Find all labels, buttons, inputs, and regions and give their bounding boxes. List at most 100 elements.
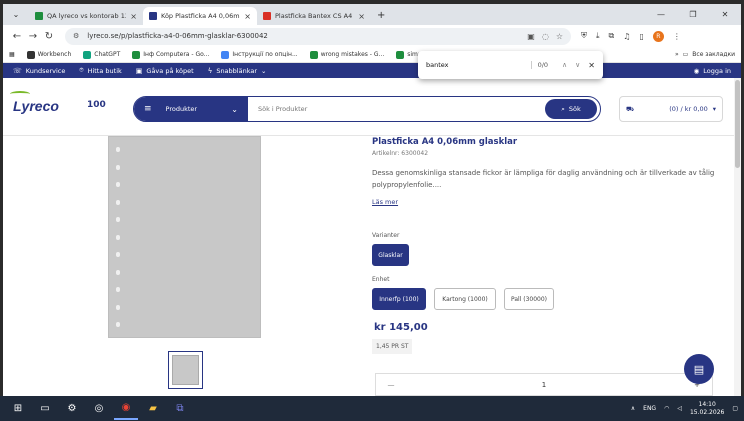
unit-option[interactable]: Pall (30000) <box>504 288 554 310</box>
unit-option[interactable]: Kartong (1000) <box>434 288 496 310</box>
article-number: Artikelnr: 6300042 <box>372 150 429 157</box>
notification-icon[interactable]: ▢ <box>732 405 738 412</box>
find-previous-icon[interactable]: ∧ <box>562 61 567 69</box>
quantity-input[interactable]: 1 <box>406 381 682 389</box>
browser-window: ⌄ QA lyreco vs kontorab 1388.xlsx × Köp … <box>3 4 741 396</box>
close-tab-icon[interactable]: × <box>244 12 251 21</box>
unit-label: Enhet <box>372 276 390 283</box>
download-icon[interactable]: ⤓ <box>596 31 600 41</box>
volume-icon[interactable]: ◁ <box>677 405 682 412</box>
bookmark-item[interactable]: ChatGPT <box>83 50 120 59</box>
product-thumbnail[interactable] <box>168 351 203 389</box>
sheets-icon <box>132 50 141 59</box>
lyreco-favicon <box>149 12 157 20</box>
tab-title: QA lyreco vs kontorab 1388.xlsx <box>47 12 126 20</box>
chat-button[interactable]: ▤ <box>684 354 714 384</box>
bookmark-item[interactable]: wrong mistakes - G... <box>309 50 384 59</box>
logo-text: Lyreco <box>13 98 59 114</box>
address-bar[interactable]: ⚙ lyreco.se/p/plastficka-a4-0-06mm-glask… <box>65 27 571 45</box>
find-close-icon[interactable]: ✕ <box>588 61 595 70</box>
profile-avatar[interactable]: R <box>652 30 664 42</box>
headset-icon: ☏ <box>13 66 22 75</box>
reload-icon[interactable]: ↻ <box>41 31 57 42</box>
product-description: Dessa genomskinliga stansade fickor är l… <box>372 169 715 189</box>
chevron-down-icon: ⌄ <box>261 66 267 75</box>
all-bookmarks[interactable]: » ▭ Все закладки <box>675 51 735 58</box>
bookmark-star-icon[interactable]: ☆ <box>556 32 563 41</box>
discord-icon[interactable]: ◎ <box>87 398 111 420</box>
customer-service-link[interactable]: ☏ Kundservice <box>13 67 65 75</box>
close-tab-icon[interactable]: × <box>358 12 365 21</box>
login-link[interactable]: ◉ Logga in <box>694 67 731 75</box>
system-tray: ∧ ENG ◠ ◁ 14:10 15.02.2026 ▢ <box>631 401 738 417</box>
tab-lyreco[interactable]: Köp Plastficka A4 0,06mm glasklar × <box>143 7 257 25</box>
find-count: 0/0 <box>537 61 549 69</box>
thumbnail-image <box>172 355 199 385</box>
new-tab-button[interactable]: + <box>377 10 385 21</box>
products-label: Produkter <box>165 105 198 113</box>
apps-icon[interactable]: ▦ <box>9 51 15 58</box>
close-window-icon[interactable]: ✕ <box>709 10 741 19</box>
back-icon[interactable]: ← <box>9 31 25 42</box>
restore-icon[interactable]: ❐ <box>677 10 709 19</box>
extension-icons: ⛨ ⤓ ⧉ ♫ ▯ R ⋮ <box>581 30 681 42</box>
lyreco-logo[interactable]: Lyreco <box>10 91 59 114</box>
windows-taskbar: ⊞ ▭ ⚙ ◎ ◉ ▰ ⧉ ∧ ENG ◠ ◁ 14:10 15.02.2026… <box>0 396 744 421</box>
workbench-icon <box>26 50 35 59</box>
find-store-link[interactable]: ⌾ Hitta butik <box>79 66 121 75</box>
window-controls: — ❐ ✕ <box>645 4 741 25</box>
quick-links-dropdown[interactable]: ϟ Snabblänkar ⌄ <box>208 67 267 75</box>
bookmark-item[interactable]: Workbench <box>26 50 72 59</box>
sheets-icon <box>35 12 43 20</box>
search-button[interactable]: ⌕ Sök <box>545 99 597 119</box>
products-menu-button[interactable]: ≡ Produkter ⌄ <box>134 97 248 121</box>
chevron-up-icon[interactable]: ∧ <box>631 405 635 412</box>
teams-icon[interactable]: ⧉ <box>168 398 192 420</box>
clock[interactable]: 14:10 15.02.2026 <box>690 401 724 417</box>
shield-icon[interactable]: ⛨ <box>581 31 587 41</box>
file-explorer-icon[interactable]: ▰ <box>141 398 165 420</box>
site-header: Lyreco 100 ≡ Produkter ⌄ ⌕Sök ⛟ (0) / kr… <box>3 78 741 136</box>
tab-bantex[interactable]: Plastficka Bantex CS A4 0,06mm × <box>257 7 371 25</box>
find-input[interactable]: bantex <box>426 61 532 69</box>
extensions-icon[interactable]: ⧉ <box>609 31 615 41</box>
gift-link[interactable]: ▣ Gåva på köpet <box>136 67 194 75</box>
url-text[interactable]: lyreco.se/p/plastficka-a4-0-06mm-glaskla… <box>87 32 520 40</box>
read-more-link[interactable]: Läs mer <box>372 198 398 206</box>
menu-icon[interactable]: ⋮ <box>673 32 681 41</box>
variant-option[interactable]: Glasklar <box>372 244 409 266</box>
eye-off-icon[interactable]: ◌ <box>542 32 549 41</box>
translate-icon[interactable]: ▣ <box>527 32 535 41</box>
settings-icon[interactable]: ⚙ <box>60 398 84 420</box>
tab-search-icon[interactable]: ⌄ <box>7 6 25 23</box>
bookmark-item[interactable]: Інструкції по опцін... <box>221 50 298 59</box>
sidebar-icon[interactable]: ▯ <box>639 32 643 41</box>
bookmark-item[interactable]: Інф Computera - Go... <box>132 50 209 59</box>
decrease-quantity-button[interactable]: — <box>376 381 406 389</box>
media-icon[interactable]: ♫ <box>623 32 630 41</box>
user-icon: ◉ <box>693 66 700 75</box>
site-top-bar: ☏ Kundservice ⌾ Hitta butik ▣ Gåva på köpet… <box>3 63 741 78</box>
chrome-icon[interactable]: ◉ <box>114 398 138 420</box>
navigation-bar: ← → ↻ ⚙ lyreco.se/p/plastficka-a4-0-06mm… <box>3 25 741 47</box>
forward-icon[interactable]: → <box>25 31 41 42</box>
start-icon[interactable]: ⊞ <box>6 398 30 420</box>
search-input[interactable] <box>248 99 545 119</box>
scrollbar-thumb[interactable] <box>735 80 740 168</box>
time: 14:10 <box>698 400 716 408</box>
close-tab-icon[interactable]: × <box>130 12 137 21</box>
wifi-icon[interactable]: ◠ <box>664 405 669 412</box>
language-indicator[interactable]: ENG <box>643 405 656 412</box>
unit-option[interactable]: Innerfp (100) <box>372 288 426 310</box>
tab-title: Köp Plastficka A4 0,06mm glasklar <box>161 12 240 20</box>
search-bar: ≡ Produkter ⌄ ⌕Sök <box>133 96 601 122</box>
task-view-icon[interactable]: ▭ <box>33 398 57 420</box>
cart-button[interactable]: ⛟ (0) / kr 0,00 ▾ <box>619 96 723 122</box>
find-next-icon[interactable]: ∨ <box>575 61 580 69</box>
page-scrollbar[interactable] <box>734 78 741 396</box>
bookmark-label: Workbench <box>37 51 72 58</box>
site-info-icon[interactable]: ⚙ <box>73 32 79 40</box>
product-image[interactable] <box>108 136 261 338</box>
tab-spreadsheet[interactable]: QA lyreco vs kontorab 1388.xlsx × <box>29 7 143 25</box>
minimize-icon[interactable]: — <box>645 10 677 19</box>
